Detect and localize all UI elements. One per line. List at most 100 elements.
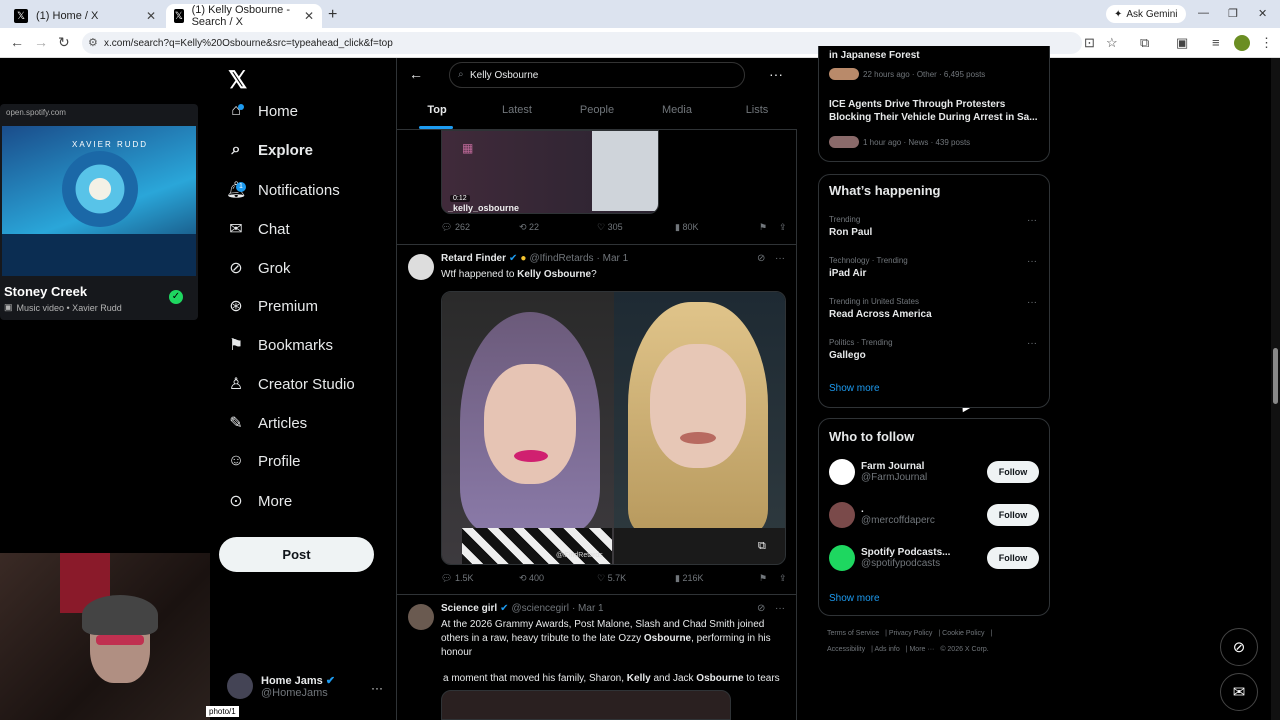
messages-fab-icon[interactable]: ✉ [1220, 673, 1258, 711]
nav-item-profile[interactable]: ☺ Profile [226, 452, 301, 470]
nav-item-creator-studio[interactable]: ♙ Creator Studio [226, 374, 355, 394]
new-tab-icon[interactable]: + [328, 6, 337, 24]
tweet-media-preview[interactable] [441, 690, 731, 720]
account-switcher[interactable]: Home Jams ✔ @HomeJams ··· [227, 673, 383, 699]
forward-icon[interactable]: → [34, 34, 48, 50]
trend-item[interactable]: Politics · Trending Gallego [829, 338, 893, 361]
maximize-icon[interactable]: ❐ [1228, 7, 1238, 20]
follow-button[interactable]: Follow [987, 547, 1039, 569]
tweet-author[interactable]: Science girl [441, 603, 497, 614]
tweet-handle[interactable]: @IfindRetards [529, 253, 593, 264]
ask-gemini-button[interactable]: ✦ Ask Gemini [1106, 5, 1186, 23]
trend-item[interactable]: Technology · Trending iPad Air [829, 256, 908, 279]
footer-link[interactable]: Ads info [874, 646, 899, 653]
footer-link[interactable]: Cookie Policy [942, 630, 984, 637]
back-arrow-icon[interactable]: ← [409, 66, 423, 82]
follow-suggestion[interactable]: Farm Journal @FarmJournal [829, 459, 927, 485]
close-tab-icon[interactable]: ✕ [304, 9, 314, 23]
search-input[interactable]: ⌕ Kelly Osbourne [449, 62, 745, 88]
tab-top[interactable]: Top [397, 96, 477, 129]
tab-latest[interactable]: Latest [477, 96, 557, 129]
trend-more-icon[interactable]: ··· [1027, 297, 1037, 308]
tweet-author[interactable]: Retard Finder [441, 253, 506, 264]
saved-check-icon[interactable]: ✓ [169, 290, 183, 304]
nav-item-more[interactable]: ⊙ More [226, 491, 292, 511]
nav-item-explore[interactable]: ⌕ Explore [226, 141, 314, 159]
share-icon[interactable]: ⇪ [779, 222, 787, 233]
tweet-more-icon[interactable]: ··· [775, 603, 785, 614]
views-button[interactable]: ▮ 80K [675, 222, 759, 233]
tweet-image[interactable]: @iFindRetards ⧉ [441, 291, 786, 565]
reload-icon[interactable]: ↻ [58, 34, 70, 51]
grok-fab-icon[interactable]: ⊘ [1220, 628, 1258, 666]
split-view-icon[interactable]: ▣ [1176, 35, 1188, 51]
trend-name[interactable]: in Japanese Forest [829, 50, 920, 61]
tab-media[interactable]: Media [637, 96, 717, 129]
follow-button[interactable]: Follow [987, 461, 1039, 483]
tab-people[interactable]: People [557, 96, 637, 129]
repost-button[interactable]: ⟲ 400 [519, 573, 597, 584]
browser-tab-search[interactable]: 𝕏 (1) Kelly Osbourne - Search / X ✕ [166, 4, 322, 28]
video-thumbnail[interactable]: ▦ 0:12 _kelly_osbourne [441, 130, 659, 214]
nav-item-grok[interactable]: ⊘ Grok [226, 258, 290, 278]
follow-button[interactable]: Follow [987, 504, 1039, 526]
nav-item-bookmarks[interactable]: ⚑ Bookmarks [226, 335, 333, 355]
x-logo-icon[interactable]: 𝕏 [228, 66, 247, 95]
browser-tab-home[interactable]: 𝕏 (1) Home / X ✕ [6, 4, 164, 28]
grok-analyze-icon[interactable]: ⊘ [757, 253, 765, 264]
tab-lists[interactable]: Lists [717, 96, 797, 129]
trend-item[interactable]: Trending Ron Paul [829, 215, 872, 238]
tweet-date[interactable]: · Mar 1 [572, 603, 604, 614]
follow-suggestion[interactable]: Spotify Podcasts... @spotifypodcasts [829, 545, 950, 571]
scrollbar-thumb[interactable] [1273, 348, 1278, 404]
spotify-miniplayer[interactable]: open.spotify.com XAVIER RUDD Stoney Cree… [0, 104, 198, 320]
profile-avatar[interactable] [1234, 35, 1250, 51]
tweet-handle[interactable]: @sciencegirl [512, 603, 569, 614]
menu-icon[interactable]: ⋮ [1260, 35, 1273, 51]
page-scrollbar[interactable] [1271, 58, 1280, 720]
trend-more-icon[interactable]: ··· [1027, 215, 1037, 226]
trend-row[interactable]: 22 hours ago · Other · 6,495 posts [829, 68, 985, 80]
search-options-icon[interactable]: ··· [769, 66, 783, 82]
post-button[interactable]: Post [219, 537, 374, 572]
bookmark-icon[interactable]: ⚑ [759, 222, 779, 233]
share-icon[interactable]: ⇪ [779, 573, 787, 584]
footer-link[interactable]: Privacy Policy [889, 630, 933, 637]
site-info-icon[interactable]: ⚙ [88, 36, 98, 49]
nav-item-premium[interactable]: ⊛ Premium [226, 296, 318, 316]
close-tab-icon[interactable]: ✕ [146, 9, 156, 23]
bookmark-icon[interactable]: ⚑ [759, 573, 779, 584]
show-more-link[interactable]: Show more [829, 383, 880, 394]
close-window-icon[interactable]: ✕ [1258, 7, 1267, 20]
footer-link[interactable]: Terms of Service [827, 630, 879, 637]
trend-more-icon[interactable]: ··· [1027, 256, 1037, 267]
repost-button[interactable]: ⟲ 22 [519, 222, 597, 233]
bookmark-star-icon[interactable]: ☆ [1106, 35, 1118, 51]
nav-item-articles[interactable]: ✎ Articles [226, 413, 307, 433]
nav-item-chat[interactable]: ✉ Chat [226, 219, 289, 239]
views-button[interactable]: ▮ 216K [675, 573, 759, 584]
extensions-icon[interactable]: ⧉ [1140, 35, 1149, 51]
reply-button[interactable]: 💬︎ 262 [441, 222, 519, 233]
nav-item-home[interactable]: ⌂ Home [226, 102, 298, 120]
grok-analyze-icon[interactable]: ⊘ [757, 603, 765, 614]
media-control-icon[interactable]: ≡ [1212, 35, 1220, 50]
back-icon[interactable]: ← [10, 34, 24, 50]
tweet-avatar[interactable] [408, 604, 434, 630]
trend-name[interactable]: ICE Agents Drive Through Protesters Bloc… [829, 98, 1041, 124]
footer-link[interactable]: More ··· [909, 646, 934, 653]
install-icon[interactable]: ⊡ [1084, 35, 1095, 51]
tweet-more-icon[interactable]: ··· [775, 253, 785, 264]
trend-row[interactable]: 1 hour ago · News · 439 posts [829, 136, 970, 148]
like-button[interactable]: ♡ 5.7K [597, 573, 675, 584]
tweet-avatar[interactable] [408, 254, 434, 280]
footer-link[interactable]: Accessibility [827, 646, 865, 653]
tweet-date[interactable]: · Mar 1 [597, 253, 629, 264]
show-more-link[interactable]: Show more [829, 593, 880, 604]
account-more-icon[interactable]: ··· [371, 681, 383, 695]
image-edit-icon[interactable]: ⧉ [758, 540, 766, 553]
trend-more-icon[interactable]: ··· [1027, 338, 1037, 349]
minimize-icon[interactable]: — [1198, 7, 1209, 19]
follow-suggestion[interactable]: . @mercoffdaperc [829, 502, 935, 528]
reply-button[interactable]: 💬︎ 1.5K [441, 573, 519, 584]
